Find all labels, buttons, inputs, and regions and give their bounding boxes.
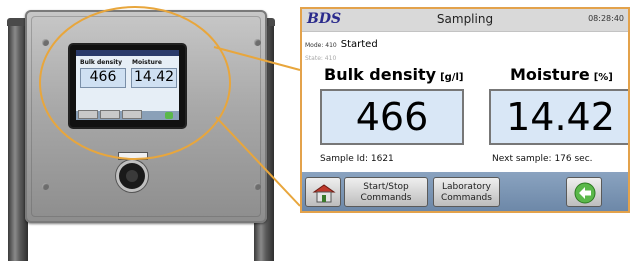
start-stop-label-line2: Commands bbox=[360, 193, 412, 203]
mode-value: Started bbox=[340, 39, 378, 50]
house-icon bbox=[312, 184, 336, 203]
moisture-value: 14.42 bbox=[489, 89, 628, 145]
bolt-icon bbox=[42, 183, 49, 190]
bolt-icon bbox=[254, 39, 261, 46]
zoomed-screen: BDS Sampling 08:28:40 Mode: 410 Started S… bbox=[300, 7, 630, 213]
switch-knob bbox=[126, 170, 138, 182]
start-stop-commands-button[interactable]: Start/Stop Commands bbox=[344, 177, 428, 207]
bulk-density-heading: Bulk density [g/l] bbox=[324, 65, 463, 84]
moisture-label: Moisture bbox=[510, 65, 590, 84]
state-label: State: 410 bbox=[305, 55, 337, 62]
highlight-circle bbox=[39, 6, 231, 160]
screen-title: Sampling bbox=[436, 12, 494, 26]
back-arrow-button[interactable] bbox=[566, 177, 602, 207]
rotary-switch bbox=[119, 163, 145, 189]
laboratory-label-line2: Commands bbox=[441, 193, 492, 203]
laboratory-commands-button[interactable]: Laboratory Commands bbox=[433, 177, 500, 207]
bulk-density-label: Bulk density bbox=[324, 65, 437, 84]
bolt-icon bbox=[42, 39, 49, 46]
home-button[interactable] bbox=[305, 177, 341, 207]
bottom-toolbar: Start/Stop Commands Laboratory Commands bbox=[302, 172, 628, 211]
start-stop-label-line1: Start/Stop bbox=[363, 182, 409, 192]
clock: 08:28:40 bbox=[588, 14, 624, 23]
green-arrow-icon bbox=[574, 182, 596, 204]
moisture-unit: [%] bbox=[593, 72, 613, 83]
bolt-icon bbox=[254, 183, 261, 190]
moisture-heading: Moisture [%] bbox=[510, 65, 613, 84]
cabinet-photo: Bulk density Moisture 466 14.42 bbox=[0, 0, 300, 261]
sample-id: Sample Id: 1621 bbox=[320, 154, 394, 164]
laboratory-label-line1: Laboratory bbox=[441, 182, 492, 192]
bulk-density-unit: [g/l] bbox=[440, 72, 464, 83]
mode-line: Mode: 410 Started bbox=[305, 39, 378, 50]
title-bar: BDS Sampling 08:28:40 bbox=[302, 9, 628, 32]
next-sample: Next sample: 176 sec. bbox=[492, 154, 593, 164]
mode-label: Mode: 410 bbox=[305, 42, 337, 49]
bulk-density-value: 466 bbox=[320, 89, 464, 145]
